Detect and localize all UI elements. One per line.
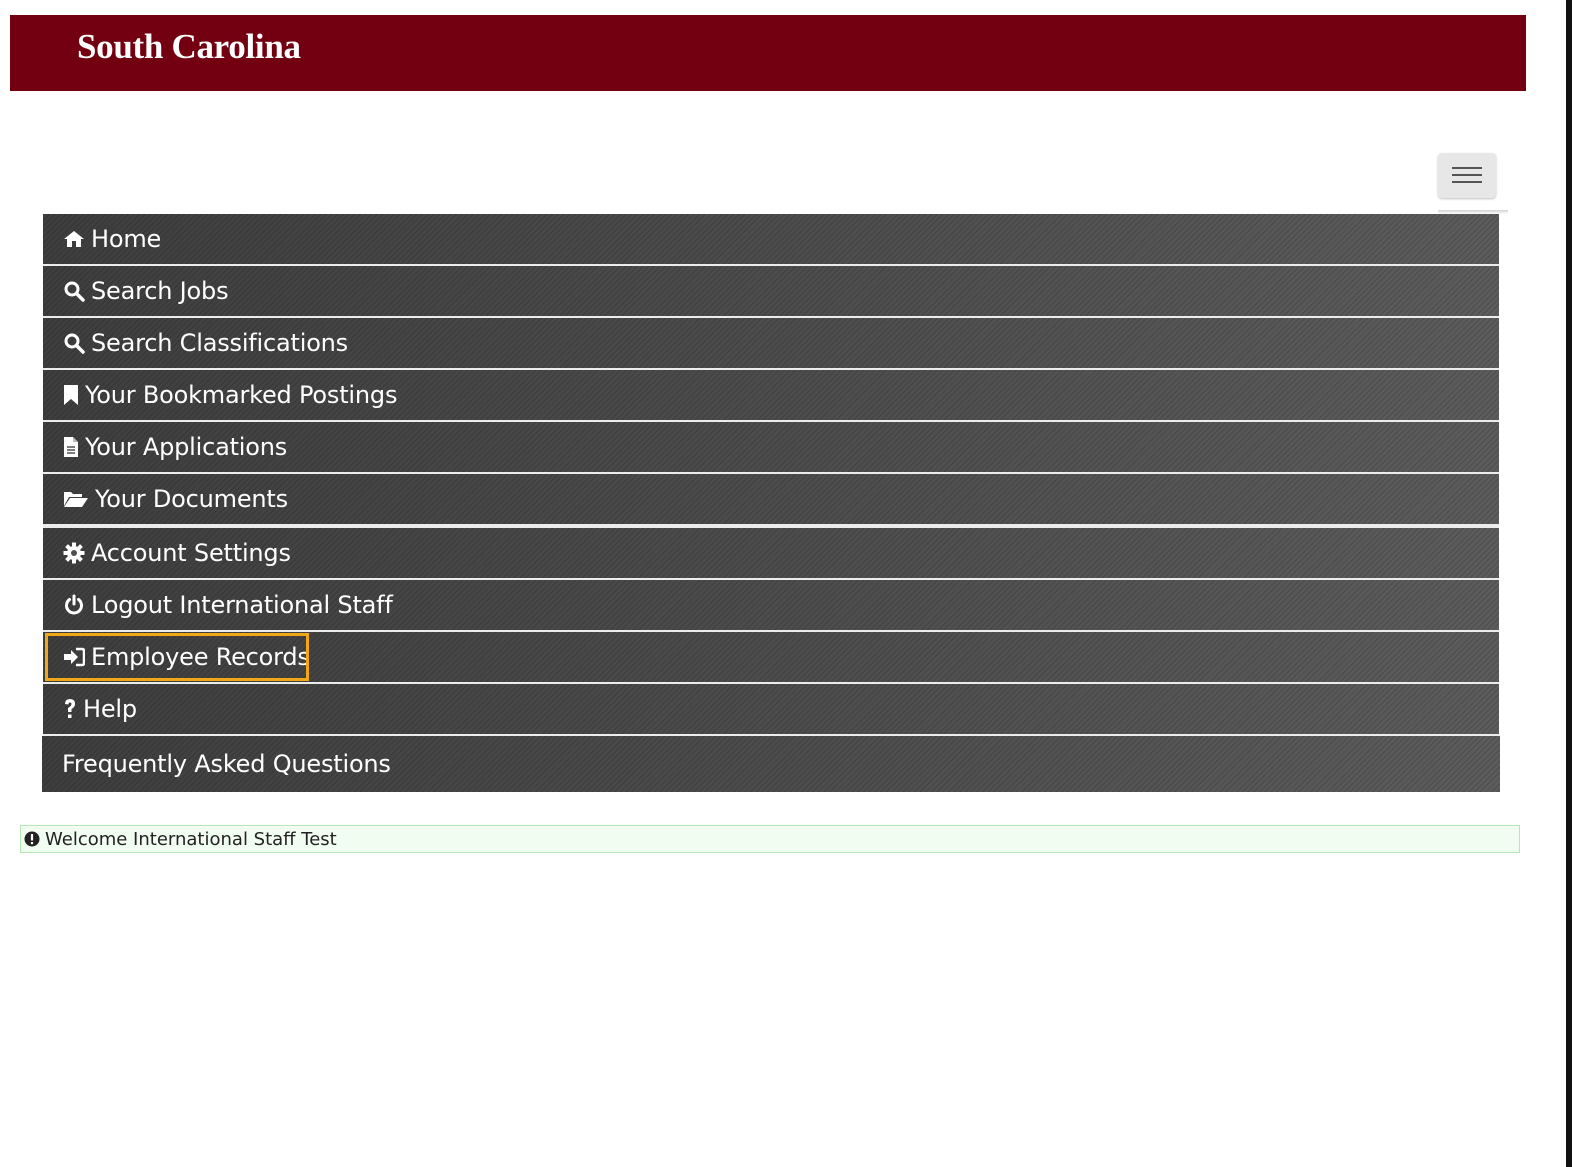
gear-icon: [63, 542, 85, 564]
site-header: South Carolina: [10, 15, 1526, 91]
nav-item-home[interactable]: Home: [43, 214, 1499, 266]
document-icon: [63, 436, 79, 458]
nav-item-label: Home: [91, 225, 162, 253]
power-icon: [63, 594, 85, 616]
nav-item-label: Your Bookmarked Postings: [85, 381, 398, 409]
nav-item-help[interactable]: Help: [43, 684, 1499, 736]
nav-item-label: Search Jobs: [91, 277, 229, 305]
nav-item-employee-records[interactable]: Employee Records: [43, 632, 1499, 684]
nav-item-label: Help: [83, 695, 137, 723]
nav-item-label: Search Classifications: [91, 329, 348, 357]
menu-toggle-button[interactable]: [1438, 153, 1496, 198]
brand-title[interactable]: South Carolina: [77, 27, 301, 67]
home-icon: [63, 228, 85, 250]
search-icon: [63, 280, 85, 302]
folder-open-icon: [63, 488, 89, 510]
welcome-text: Welcome International Staff Test: [45, 828, 337, 850]
nav-item-label: Frequently Asked Questions: [62, 750, 391, 778]
nav-item-bookmarked-postings[interactable]: Your Bookmarked Postings: [43, 370, 1499, 422]
hamburger-menu-icon: [1452, 167, 1482, 169]
nav-item-logout[interactable]: Logout International Staff: [43, 580, 1499, 632]
nav-item-label: Your Documents: [95, 485, 288, 513]
nav-item-label: Account Settings: [91, 539, 291, 567]
welcome-notice: Welcome International Staff Test: [20, 825, 1520, 853]
nav-item-account-settings[interactable]: Account Settings: [43, 528, 1499, 580]
page: South Carolina Home Search Jobs Search C…: [0, 0, 1572, 1167]
nav-item-documents[interactable]: Your Documents: [43, 474, 1499, 528]
nav-item-label: Employee Records: [91, 643, 310, 671]
bookmark-icon: [63, 384, 79, 406]
window-edge: [1566, 0, 1572, 1167]
nav-item-label: Logout International Staff: [91, 591, 393, 619]
nav-item-label: Your Applications: [85, 433, 288, 461]
question-icon: [63, 698, 77, 720]
nav-item-applications[interactable]: Your Applications: [43, 422, 1499, 474]
search-icon: [63, 332, 85, 354]
sign-in-icon: [63, 646, 85, 668]
info-icon: [24, 831, 40, 847]
hamburger-bar: [1452, 174, 1482, 176]
nav-item-search-classifications[interactable]: Search Classifications: [43, 318, 1499, 370]
nav-item-faq[interactable]: Frequently Asked Questions: [42, 736, 1500, 792]
hamburger-bar: [1452, 181, 1482, 183]
nav-item-search-jobs[interactable]: Search Jobs: [43, 266, 1499, 318]
